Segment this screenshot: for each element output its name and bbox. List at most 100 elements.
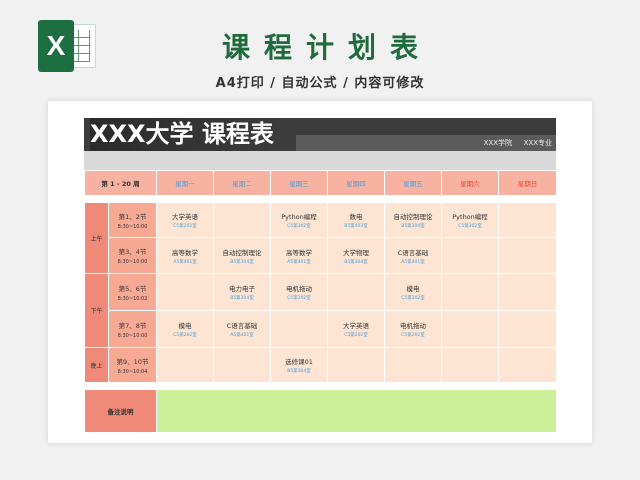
course-room: C5第202室 (344, 333, 368, 338)
course-cell[interactable]: 模电 C5第202室 (156, 310, 215, 348)
slot-name: 第1、2节 (118, 212, 147, 221)
course-room: C5第202室 (287, 296, 311, 301)
course-cell[interactable]: 电力电子 B5第304室 (213, 273, 272, 311)
course-room: B5第304室 (287, 369, 311, 374)
weekend-header[interactable]: 星期日 (498, 170, 558, 196)
separator-row (83, 382, 558, 390)
slot-name: 第5、6节 (118, 284, 147, 293)
course-cell[interactable]: 选修课01 B5第304室 (270, 347, 329, 383)
schedule-row: 第3、4节 8:30~10:00 高等数学 A5第401室 自动控制理论 B5第304室… (85, 237, 558, 274)
slot-time: 8:30~10:00 (117, 223, 148, 230)
period-afternoon[interactable]: 下午 (84, 273, 109, 348)
course-name: 电力电子 (229, 285, 256, 293)
course-name: Python编程 (452, 213, 488, 221)
course-cell[interactable] (213, 347, 272, 383)
weekday-header[interactable]: 星期三 (270, 170, 329, 196)
sheet-banner: XXX大学 课程表 XXX学院 XXX专业 (84, 118, 556, 151)
course-cell[interactable] (441, 273, 500, 311)
schedule-row: 上午 第1、2节 8:30~10:00 大学英语 C5第202室 Python编程 C5… (84, 202, 558, 274)
course-cell[interactable]: 电机拖动 C5第202室 (270, 273, 329, 311)
notes-row: 备注说明 (83, 389, 558, 433)
course-room: C5第202室 (401, 296, 425, 301)
course-cell[interactable] (498, 237, 558, 274)
banner-info-strip (296, 135, 556, 151)
schedule-row: 晚上 第9、10节 8:30~10:04 选修课01 B5第304室 (84, 347, 558, 383)
separator-row (83, 195, 558, 203)
course-cell[interactable] (441, 310, 500, 348)
notes-input-cell[interactable] (156, 389, 558, 433)
course-cell[interactable] (156, 347, 215, 383)
period-evening[interactable]: 晚上 (84, 347, 109, 383)
slot-name: 第3、4节 (118, 248, 147, 256)
course-name: 模电 (406, 285, 420, 293)
course-cell[interactable]: Python编程 C5第302室 (270, 202, 329, 238)
course-cell[interactable] (213, 202, 272, 238)
course-name: 数电 (349, 213, 363, 221)
course-cell[interactable]: C语言基础 A5第401室 (213, 310, 272, 348)
course-cell[interactable] (498, 202, 558, 238)
course-room: C5第302室 (458, 224, 482, 229)
course-cell[interactable]: 电机拖动 C5第202室 (384, 310, 443, 348)
course-cell[interactable] (327, 273, 386, 311)
course-room: A5第401室 (401, 259, 425, 265)
course-room: B5第304室 (230, 259, 254, 265)
course-room: C5第202室 (173, 224, 197, 229)
course-cell[interactable]: Python编程 C5第302室 (441, 202, 500, 238)
course-name: 高等数学 (286, 248, 313, 257)
course-cell[interactable] (156, 273, 215, 311)
course-cell[interactable]: 高等数学 A5第401室 (156, 237, 215, 274)
slot-time: 8:30~10:04 (117, 368, 148, 375)
timetable: 第 1 - 20 周 星期一 星期二 星期三 星期四 星期五 星期六 星期日 上… (83, 170, 558, 433)
course-cell[interactable]: 模电 C5第202室 (384, 273, 443, 311)
weekday-header[interactable]: 星期四 (327, 170, 386, 196)
slot-cell[interactable]: 第3、4节 8:30~10:00 (107, 237, 158, 274)
major-label: XXX专业 (523, 139, 552, 147)
slot-cell[interactable]: 第5、6节 8:30~10:02 (107, 273, 158, 311)
course-name: C语言基础 (397, 248, 429, 257)
course-name: 电机拖动 (400, 322, 427, 330)
course-room: C5第302室 (287, 224, 311, 229)
slot-time: 8:30~10:00 (117, 332, 148, 339)
course-cell[interactable] (498, 347, 558, 383)
slot-cell[interactable]: 第7、8节 8:30~10:00 (107, 310, 158, 348)
slot-cell[interactable]: 第1、2节 8:30~10:00 (107, 202, 158, 238)
course-cell[interactable]: 数电 B5第403室 (327, 202, 386, 238)
course-room: B5第304室 (401, 224, 425, 229)
period-morning[interactable]: 上午 (84, 202, 109, 274)
course-cell[interactable] (270, 310, 329, 348)
course-cell[interactable]: 高等数学 A5第401室 (270, 237, 329, 274)
course-cell[interactable] (441, 237, 500, 274)
course-cell[interactable]: C语言基础 A5第401室 (384, 237, 443, 274)
course-cell[interactable] (327, 347, 386, 383)
course-cell[interactable]: 大学英语 C5第202室 (327, 310, 386, 348)
course-cell[interactable]: 大学物理 B5第304室 (327, 237, 386, 274)
course-cell[interactable] (384, 347, 443, 383)
weekend-header[interactable]: 星期六 (441, 170, 500, 196)
course-name: 大学英语 (172, 213, 199, 221)
course-name: 模电 (178, 322, 192, 330)
course-cell[interactable]: 自动控制理论 B5第304室 (213, 237, 272, 274)
course-room: B5第403室 (344, 224, 368, 229)
course-cell[interactable]: 自动控制理论 B5第304室 (384, 202, 443, 238)
slot-cell[interactable]: 第9、10节 8:30~10:04 (107, 347, 158, 383)
course-cell[interactable] (441, 347, 500, 383)
week-range-cell[interactable]: 第 1 - 20 周 (83, 170, 158, 196)
course-room: B5第304室 (230, 296, 254, 301)
course-cell[interactable] (498, 310, 558, 348)
course-name: 自动控制理论 (222, 248, 262, 257)
course-name: 大学英语 (343, 322, 370, 330)
course-name: 大学物理 (343, 248, 370, 257)
course-name: C语言基础 (226, 322, 258, 330)
course-room: A5第401室 (230, 333, 254, 338)
course-cell[interactable] (498, 273, 558, 311)
notes-label[interactable]: 备注说明 (83, 389, 158, 433)
page-subtitle: A4打印 / 自动公式 / 内容可修改 (215, 76, 425, 91)
banner-title: XXX大学 课程表 (90, 118, 284, 151)
weekday-header[interactable]: 星期五 (384, 170, 443, 196)
schedule-row: 第7、8节 8:30~10:00 模电 C5第202室 C语言基础 A5第401室 大学英… (85, 310, 558, 348)
course-room: C5第202室 (173, 333, 197, 338)
course-cell[interactable]: 大学英语 C5第202室 (156, 202, 215, 238)
weekday-header[interactable]: 星期二 (213, 170, 272, 196)
weekday-header[interactable]: 星期一 (156, 170, 215, 196)
weekday-header-row: 第 1 - 20 周 星期一 星期二 星期三 星期四 星期五 星期六 星期日 (83, 170, 558, 196)
